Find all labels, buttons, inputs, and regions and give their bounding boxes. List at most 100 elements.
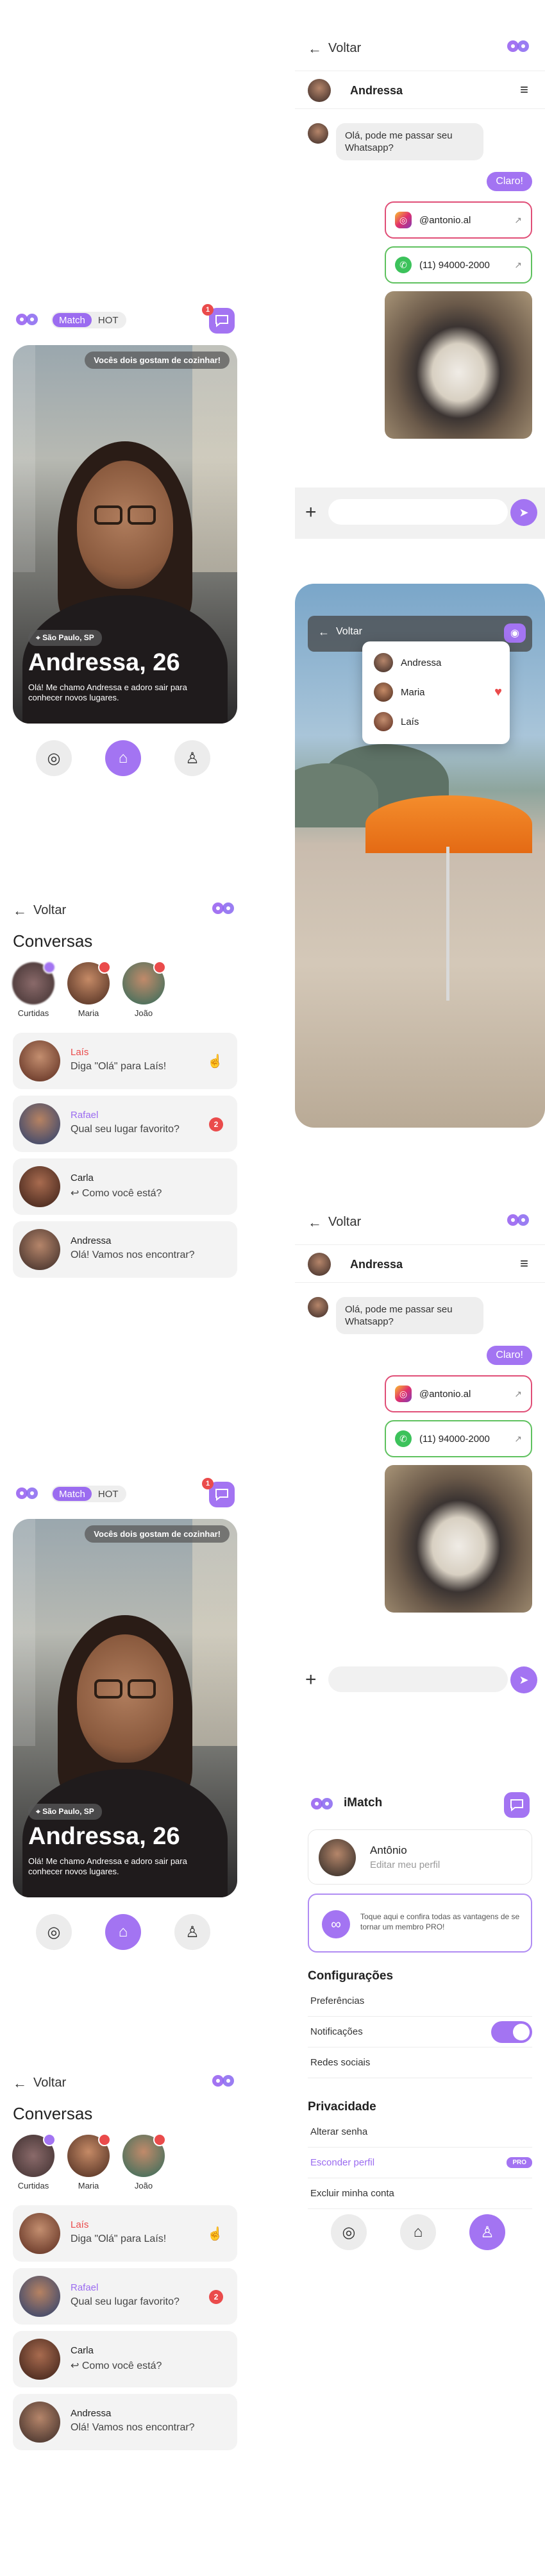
chat-screen-2: ← Voltar Andressa ≡ Olá, pode me passar … xyxy=(295,1206,545,1719)
conversation-item[interactable]: Andressa Olá! Vamos nos encontrar? xyxy=(13,2394,237,2450)
conversation-item[interactable]: Carla ↩ Como você está? xyxy=(13,1158,237,1215)
nav-home[interactable]: ⌂ xyxy=(400,2214,436,2250)
nav-profile[interactable]: ♙ xyxy=(469,2214,505,2250)
shared-photo[interactable] xyxy=(385,291,532,439)
notifications-switch[interactable] xyxy=(491,2021,532,2043)
home-icon: ⌂ xyxy=(413,2223,423,2241)
unread-badge: 2 xyxy=(209,1117,223,1131)
back-link[interactable]: ← Voltar xyxy=(318,626,362,638)
message-input-bar: + ➤ xyxy=(295,1655,545,1706)
conversation-item[interactable]: Rafael Qual seu lugar favorito? 2 xyxy=(13,1096,237,1152)
nav-profile[interactable]: ♙ xyxy=(174,740,210,776)
external-link-icon: ↗ xyxy=(514,214,522,225)
back-link[interactable]: ← Voltar xyxy=(308,1215,361,1230)
person-item[interactable]: Maria ♥ xyxy=(374,682,502,702)
story-joao[interactable]: João xyxy=(121,961,167,1018)
eye-toggle-button[interactable]: ◉ xyxy=(504,623,526,643)
instagram-handle: @antonio.al xyxy=(419,1388,471,1400)
setting-change-password[interactable]: Alterar senha xyxy=(308,2117,532,2148)
umbrella-shape xyxy=(365,795,532,853)
whatsapp-card[interactable]: ✆ (11) 94000-2000 ↗ xyxy=(385,246,532,284)
message-text: Como você está? xyxy=(81,1188,162,1199)
whatsapp-number: (11) 94000-2000 xyxy=(419,1433,490,1445)
conversation-item[interactable]: Rafael Qual seu lugar favorito? 2 xyxy=(13,2268,237,2325)
aperture-icon: ◎ xyxy=(342,2223,356,2241)
incoming-message: Olá, pode me passar seu Whatsapp? xyxy=(308,123,483,160)
privacy-heading: Privacidade xyxy=(308,2100,376,2114)
unread-badge: 2 xyxy=(209,2290,223,2304)
conversation-message: ↩ Como você está? xyxy=(71,1187,162,1199)
person-item[interactable]: Laís xyxy=(374,712,419,731)
chat-bubble-icon xyxy=(510,1799,523,1811)
plus-icon[interactable]: + xyxy=(305,1669,317,1691)
setting-social-networks[interactable]: Redes sociais xyxy=(308,2047,532,2078)
toggle-match[interactable]: Match xyxy=(53,313,92,327)
profile-photo-card[interactable]: Vocês dois gostam de cozinhar! ⌖ São Pau… xyxy=(13,345,237,724)
setting-label: Preferências xyxy=(310,1996,365,2006)
hamburger-menu-icon[interactable]: ≡ xyxy=(520,81,528,98)
incoming-message: Olá, pode me passar seu Whatsapp? xyxy=(308,1297,483,1334)
conversation-message: Qual seu lugar favorito? xyxy=(71,1124,180,1135)
message-input-bar: + ➤ xyxy=(295,487,545,539)
back-label: Voltar xyxy=(336,626,362,637)
profile-card[interactable]: Antônio Editar meu perfil xyxy=(308,1829,532,1885)
person-item[interactable]: Andressa xyxy=(374,653,441,672)
conversation-item[interactable]: Andressa Olá! Vamos nos encontrar? xyxy=(13,1221,237,1278)
setting-label: Esconder perfil xyxy=(310,2157,375,2168)
person-name: Andressa xyxy=(401,657,442,668)
back-link[interactable]: ← Voltar xyxy=(308,41,361,56)
face-shape xyxy=(77,1634,173,1763)
umbrella-pole xyxy=(446,847,449,1001)
pro-upsell-card[interactable]: ∞ Toque aqui e confira todas as vantagen… xyxy=(308,1894,532,1953)
setting-hide-profile[interactable]: Esconder perfil PRO xyxy=(308,2148,532,2178)
message-input[interactable] xyxy=(328,499,508,525)
conversation-name: Laís xyxy=(71,1047,89,1058)
match-hot-toggle[interactable]: Match HOT xyxy=(51,1486,126,1502)
wave-hand-icon: ☝ xyxy=(207,1055,223,1069)
app-logo xyxy=(507,1214,529,1226)
external-link-icon: ↗ xyxy=(514,1433,522,1444)
instagram-card[interactable]: ◎ @antonio.al ↗ xyxy=(385,201,532,239)
chat-contact-name: Andressa xyxy=(350,84,403,97)
setting-delete-account[interactable]: Excluir minha conta xyxy=(308,2178,532,2209)
avatar xyxy=(19,2339,60,2380)
glasses-shape xyxy=(94,505,156,525)
match-hot-toggle[interactable]: Match HOT xyxy=(51,312,126,328)
chat-button[interactable] xyxy=(504,1792,530,1818)
back-link[interactable]: ← Voltar xyxy=(13,903,66,918)
avatar xyxy=(374,712,393,731)
infinity-icon: ∞ xyxy=(331,1916,341,1932)
story-curtidas[interactable]: Curtidas xyxy=(10,961,56,1018)
avatar xyxy=(19,2276,60,2317)
conversation-message: ↩ Como você está? xyxy=(71,2359,162,2372)
shared-photo[interactable] xyxy=(385,1465,532,1613)
toggle-hot[interactable]: HOT xyxy=(92,313,125,327)
toggle-hot[interactable]: HOT xyxy=(92,1487,125,1501)
nav-explore[interactable]: ◎ xyxy=(331,2214,367,2250)
story-maria[interactable]: Maria xyxy=(65,961,112,1018)
conversation-item[interactable]: Carla ↩ Como você está? xyxy=(13,2331,237,2387)
app-logo xyxy=(16,314,38,325)
toggle-match[interactable]: Match xyxy=(53,1487,92,1501)
arrow-left-icon: ← xyxy=(13,902,27,919)
avatar xyxy=(19,1103,60,1144)
conversation-item[interactable]: Laís Diga "Olá" para Laís! ☝ xyxy=(13,1033,237,1089)
edit-profile-link[interactable]: Editar meu perfil xyxy=(370,1860,440,1870)
send-button[interactable]: ➤ xyxy=(510,1666,537,1693)
whatsapp-card[interactable]: ✆ (11) 94000-2000 ↗ xyxy=(385,1420,532,1457)
nav-home[interactable]: ⌂ xyxy=(105,740,141,776)
message-input[interactable] xyxy=(328,1666,508,1692)
send-button[interactable]: ➤ xyxy=(510,499,537,526)
instagram-card[interactable]: ◎ @antonio.al ↗ xyxy=(385,1375,532,1412)
conversation-name: Carla xyxy=(71,2345,94,2356)
avatar xyxy=(374,682,393,702)
chat-bubble-icon xyxy=(215,315,228,327)
settings-heading: Configurações xyxy=(308,1969,394,1983)
plus-icon[interactable]: + xyxy=(305,502,317,523)
hamburger-menu-icon[interactable]: ≡ xyxy=(520,1255,528,1272)
whatsapp-icon: ✆ xyxy=(395,257,412,273)
setting-notifications[interactable]: Notificações xyxy=(308,2017,532,2047)
nav-explore[interactable]: ◎ xyxy=(36,740,72,776)
eye-icon: ◉ xyxy=(510,628,519,639)
setting-preferences[interactable]: Preferências xyxy=(308,1986,532,2017)
